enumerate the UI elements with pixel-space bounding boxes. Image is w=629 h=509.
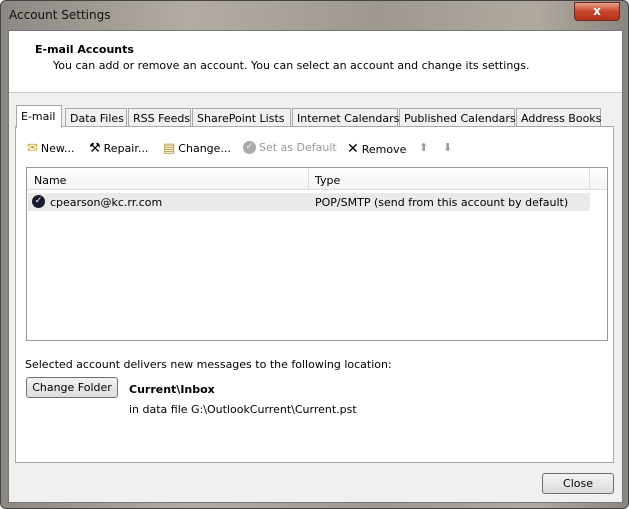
checkmark-icon: ✓ (243, 141, 256, 154)
delivery-folder: Current\Inbox (129, 383, 215, 396)
move-up-button[interactable]: ⬆ (419, 141, 428, 154)
tab-email[interactable]: E-mail (16, 105, 62, 128)
delivery-label: Selected account delivers new messages t… (25, 358, 392, 371)
change-folder-button[interactable]: Change Folder (26, 377, 118, 398)
dialog-client: E-mail Accounts You can add or remove an… (8, 30, 623, 503)
tab-published-calendars[interactable]: Published Calendars (399, 108, 516, 127)
list-header: Name Type (27, 168, 607, 190)
default-account-icon: ✓ (32, 195, 45, 208)
column-name[interactable]: Name (34, 174, 66, 187)
email-tab-panel: ✉ New... ⚒ Repair... ▤ Change... ✓ Set as De… (15, 126, 614, 463)
header-description: You can add or remove an account. You ca… (53, 59, 530, 72)
tab-rss-feeds[interactable]: RSS Feeds (128, 108, 191, 127)
header-title: E-mail Accounts (35, 43, 134, 56)
account-name: cpearson@kc.rr.com (50, 196, 163, 209)
account-settings-window: Account Settings x E-mail Accounts You c… (0, 0, 629, 509)
arrow-up-icon: ⬆ (419, 141, 429, 154)
tools-icon: ⚒ (89, 141, 101, 156)
set-as-default-button[interactable]: ✓ Set as Default (243, 141, 337, 154)
delivery-data-file: in data file G:\OutlookCurrent\Current.p… (129, 403, 357, 416)
new-button[interactable]: ✉ New... (27, 141, 74, 156)
accounts-list: Name Type ✓ cpearson@kc.rr.com POP/SMTP … (26, 167, 608, 341)
x-icon: ✕ (347, 141, 359, 157)
move-down-button[interactable]: ⬇ (443, 141, 452, 154)
close-button[interactable]: Close (542, 473, 614, 494)
account-row[interactable]: ✓ cpearson@kc.rr.com POP/SMTP (send from… (28, 193, 590, 211)
window-title: Account Settings (9, 8, 111, 22)
account-type: POP/SMTP (send from this account by defa… (315, 196, 569, 209)
column-type[interactable]: Type (315, 174, 340, 187)
tab-data-files[interactable]: Data Files (65, 108, 127, 127)
tab-sharepoint-lists[interactable]: SharePoint Lists (192, 108, 291, 127)
remove-button[interactable]: ✕ Remove (347, 141, 406, 157)
window-close-button[interactable]: x (574, 2, 620, 21)
change-button[interactable]: ▤ Change... (163, 141, 231, 156)
tab-internet-calendars[interactable]: Internet Calendars (292, 108, 399, 127)
new-account-icon: ✉ (27, 141, 38, 156)
arrow-down-icon: ⬇ (443, 141, 453, 154)
repair-button[interactable]: ⚒ Repair... (89, 141, 148, 156)
change-icon: ▤ (163, 141, 176, 156)
tab-address-books[interactable]: Address Books (516, 108, 601, 127)
header: E-mail Accounts You can add or remove an… (9, 31, 622, 93)
